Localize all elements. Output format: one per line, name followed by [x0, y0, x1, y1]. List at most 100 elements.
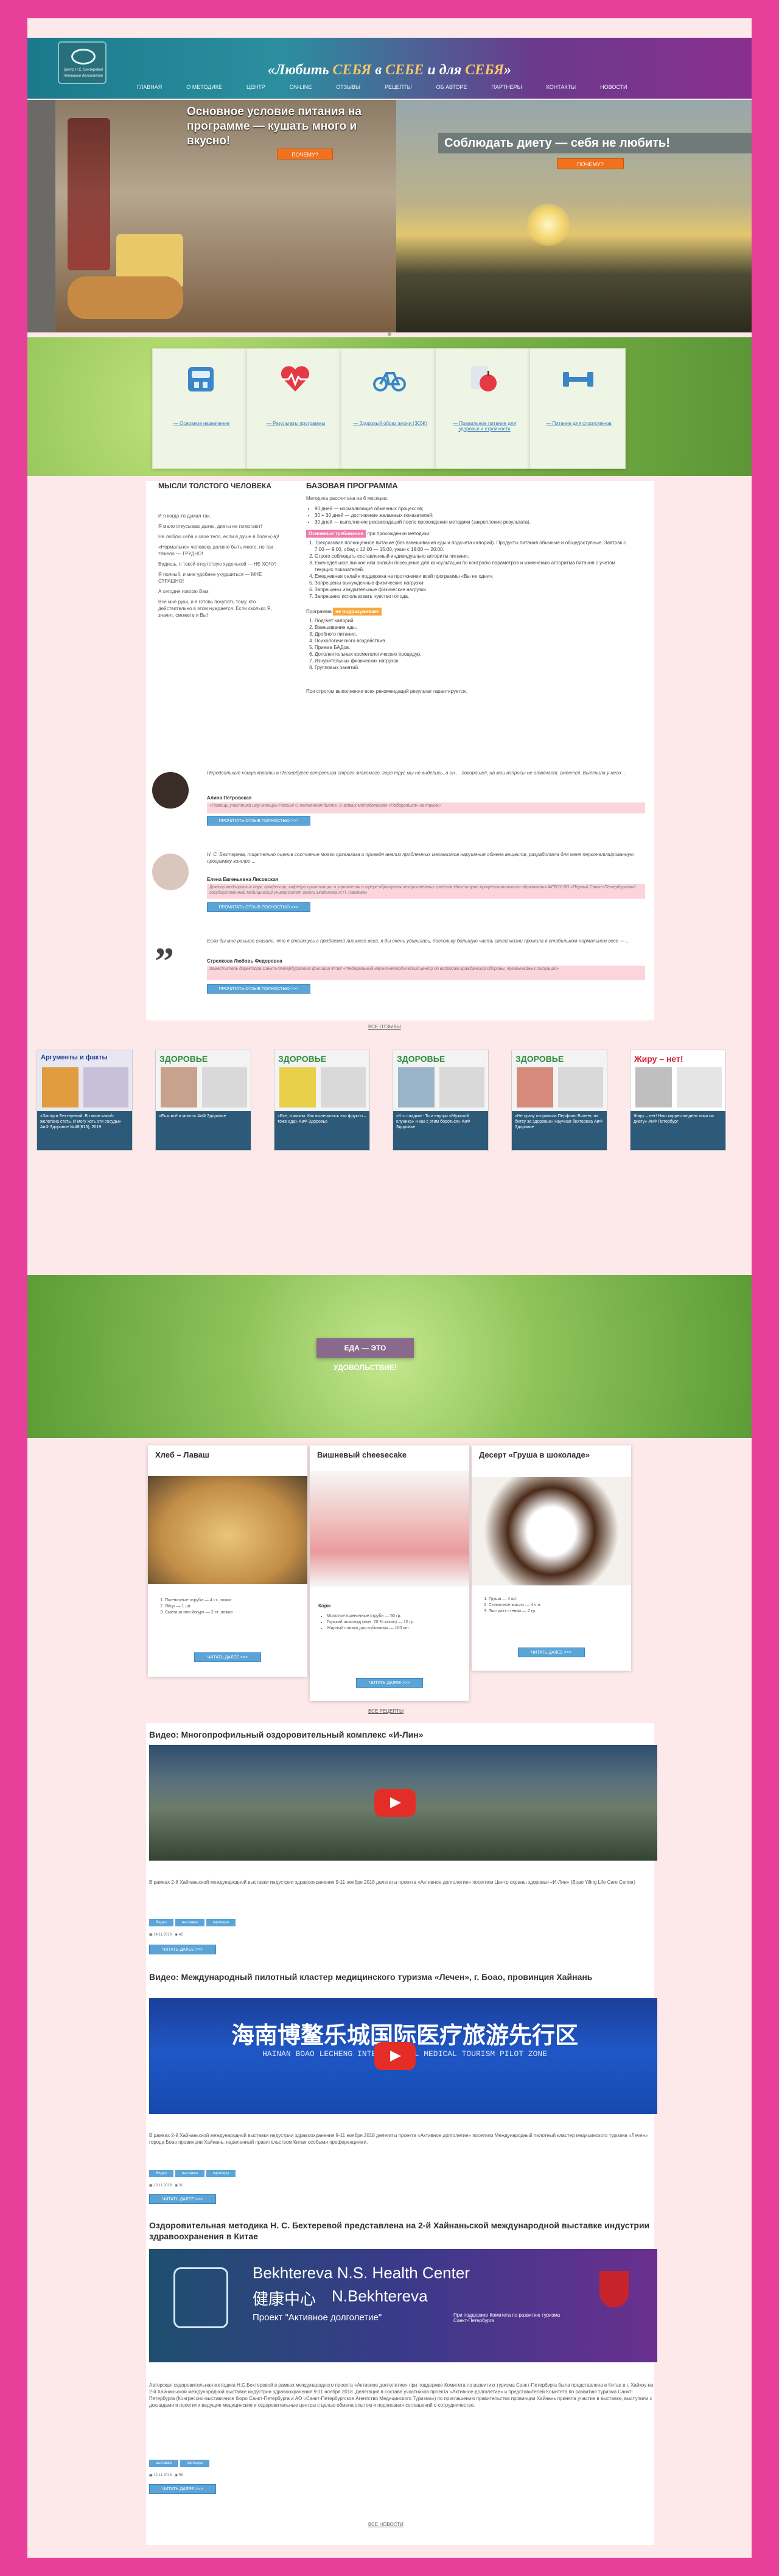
feature-card-healthy-life[interactable]: — Здоровый образ жизни (ЗОЖ): [341, 348, 437, 469]
press-photo: [321, 1067, 366, 1107]
press-photo: [42, 1067, 79, 1107]
feature-label-nutrition[interactable]: — Правильное питание для здоровья и стро…: [443, 421, 526, 432]
program-conditions: Трехразовое полноценное питание (без взв…: [315, 539, 631, 600]
recipe-read-more-button[interactable]: Читать далее >>>: [194, 1652, 261, 1662]
wine-bottle-image: [68, 118, 110, 270]
press-caption: «Ешь всё и много» АиФ Здоровье: [156, 1111, 251, 1150]
news-read-more-button[interactable]: Читать далее >>>: [149, 2194, 216, 2204]
bicycle-icon: [373, 372, 406, 391]
play-button-icon[interactable]: [374, 2042, 416, 2070]
feature-label-purpose[interactable]: — Основное назначение: [160, 421, 243, 426]
review-quote: Доктор медицинских наук, профессор, кафе…: [207, 884, 645, 899]
press-masthead: Аргументы и факты: [41, 1054, 108, 1061]
press-caption: Жиру – нет! Наш корреспондент пока на ди…: [631, 1111, 725, 1150]
banner-project: Проект "Активное долголетие": [253, 2312, 382, 2323]
recipe-read-more-button[interactable]: Читать далее >>>: [356, 1678, 423, 1688]
calendar-icon: ▣: [149, 1933, 153, 1937]
news-tag[interactable]: выставка: [149, 2460, 178, 2467]
nav-online[interactable]: On-line: [278, 84, 324, 90]
program-footer: При строгом выполнении всех рекомендаций…: [306, 689, 467, 694]
logo-line2: Активное долголетие: [63, 74, 103, 78]
video-player[interactable]: [149, 1745, 657, 1861]
hero-right-title: Соблюдать диету — себя не любить!: [438, 133, 752, 153]
press-item[interactable]: ЗДОРОВЬЕ «Ешь всё и много» АиФ Здоровье: [155, 1050, 251, 1151]
program-conditions-heading: Основные требования при прохождении мето…: [306, 530, 430, 538]
calendar-icon: ▣: [149, 2474, 153, 2477]
nav-contacts[interactable]: Контакты: [534, 84, 589, 90]
press-photo: [677, 1067, 722, 1107]
review-author: Стрелкова Любовь Федоровна: [207, 958, 282, 964]
nav-reviews[interactable]: Отзывы: [324, 84, 372, 90]
recipe-read-more-button[interactable]: Читать далее >>>: [518, 1648, 585, 1657]
review-text: Если бы мне раньше сказали, что я столкн…: [207, 938, 631, 944]
site-frame: «Любить СЕБЯ в СЕБЕ и для СЕБЯ» Центр Н.…: [27, 18, 752, 2558]
news-title: Видео: Многопрофильный оздоровительный к…: [149, 1730, 424, 1739]
program-subtitle: Методика рассчитана на 6 месяцев:: [306, 496, 388, 501]
press-cover: ЗДОРОВЬЕ: [393, 1050, 488, 1111]
news-tag[interactable]: Видео: [149, 2170, 173, 2177]
press-item[interactable]: ЗДОРОВЬЕ «Не сразу отправила Перфило Бол…: [511, 1050, 607, 1151]
nav-partners[interactable]: Партнеры: [480, 84, 534, 90]
main-nav: Главная О методике Центр On-line Отзывы …: [125, 84, 640, 90]
feature-card-results[interactable]: — Результаты программы: [246, 348, 343, 469]
play-button-icon[interactable]: [374, 1789, 416, 1817]
news-tag[interactable]: Видео: [149, 1919, 173, 1926]
press-masthead: ЗДОРОВЬЕ: [159, 1054, 208, 1064]
news-description: В рамках 2-й Хайнаньской международной в…: [149, 1879, 635, 1885]
calendar-icon: ▣: [149, 2184, 153, 2188]
press-item[interactable]: ЗДОРОВЬЕ «Все, в жизни: Как вылечились э…: [274, 1050, 370, 1151]
press-cover: ЗДОРОВЬЕ: [512, 1050, 607, 1111]
nav-center[interactable]: Центр: [234, 84, 278, 90]
nav-method[interactable]: О методике: [174, 84, 234, 90]
nav-recipes[interactable]: Рецепты: [372, 84, 424, 90]
news-tag[interactable]: выставка: [175, 1919, 204, 1926]
slider-dot[interactable]: [388, 332, 391, 336]
hero-right-button[interactable]: Почему?: [557, 158, 624, 169]
site-logo[interactable]: Центр Н.С. Бехтеревой Активное долголети…: [58, 41, 107, 84]
feature-label-sport[interactable]: — Питание для спортсменов: [537, 421, 620, 426]
news-title: Видео: Международный пилотный кластер ме…: [149, 1972, 593, 1982]
all-reviews-link[interactable]: Все отзывы: [368, 1024, 401, 1030]
feature-card-sport[interactable]: — Питание для спортсменов: [529, 348, 626, 469]
quote-icon: ”: [155, 940, 174, 977]
review-item: Передсольные концентраты в Петербурге вс…: [146, 766, 654, 839]
feature-card-nutrition[interactable]: — Правильное питание для здоровья и стро…: [435, 348, 531, 469]
news-read-more-button[interactable]: Читать далее >>>: [149, 2484, 216, 2494]
video-player[interactable]: 海南博鳌乐城国际医疗旅游先行区 HAINAN BOAO LECHENG INTE…: [149, 1998, 657, 2114]
recipe-title: Вишневый cheesecake: [317, 1450, 407, 1459]
press-item[interactable]: Аргументы и факты «Заслуги Бехтеревой: В…: [37, 1050, 133, 1151]
news-tag[interactable]: партнеры: [180, 2460, 209, 2467]
read-review-button[interactable]: Прочитать отзыв полностью >>>: [207, 902, 310, 912]
coat-of-arms-icon: [599, 2271, 629, 2308]
eye-icon: ◉: [174, 2474, 178, 2477]
read-review-button[interactable]: Прочитать отзыв полностью >>>: [207, 816, 310, 826]
news-tag[interactable]: выставка: [175, 2170, 204, 2177]
all-news-link[interactable]: Все новости: [368, 2522, 403, 2527]
nav-news[interactable]: Новости: [588, 84, 639, 90]
banner-center-title: Bekhtereva N.S. Health Center: [253, 2264, 470, 2282]
read-review-button[interactable]: Прочитать отзыв полностью >>>: [207, 984, 310, 994]
hero-left-button[interactable]: Почему?: [277, 149, 333, 160]
news-read-more-button[interactable]: Читать далее >>>: [149, 1945, 216, 1954]
press-cover: Аргументы и факты: [37, 1050, 132, 1111]
press-item[interactable]: Жиру – нет! Жиру – нет! Наш корреспонден…: [630, 1050, 726, 1151]
press-photo: [635, 1067, 672, 1107]
press-item[interactable]: ЗДОРОВЬЕ «Кто сладкое: То и внутри «Мужс…: [393, 1050, 489, 1151]
feature-label-healthy-life[interactable]: — Здоровый образ жизни (ЗОЖ): [349, 421, 431, 426]
news-description: В рамках 2-й Хайнаньской международной в…: [149, 2133, 648, 2145]
thoughts-text: И я когда-то думал так. Я мало откусываю…: [158, 513, 279, 618]
all-recipes-link[interactable]: Все рецепты: [368, 1708, 403, 1714]
news-tag[interactable]: партнеры: [206, 2170, 236, 2177]
nav-author[interactable]: Об авторе: [424, 84, 480, 90]
recipe-subtitle: Корж: [318, 1603, 331, 1609]
recipe-title: Десерт «Груша в шоколаде»: [479, 1450, 590, 1459]
nav-home[interactable]: Главная: [125, 84, 174, 90]
news-tag[interactable]: партнеры: [206, 1919, 236, 1926]
eye-icon: ◉: [174, 1933, 178, 1937]
recipe-ingredients: Пшеничные отруби — 4 ст. ложки Яйцо — 1 …: [165, 1598, 299, 1616]
feature-label-results[interactable]: — Результаты программы: [254, 421, 337, 426]
feature-card-purpose[interactable]: — Основное назначение: [152, 348, 248, 469]
press-caption: «Кто сладкое: То и внутри «Мужской клуни…: [393, 1111, 488, 1150]
press-masthead: ЗДОРОВЬЕ: [278, 1054, 327, 1064]
press-photo: [279, 1067, 316, 1107]
